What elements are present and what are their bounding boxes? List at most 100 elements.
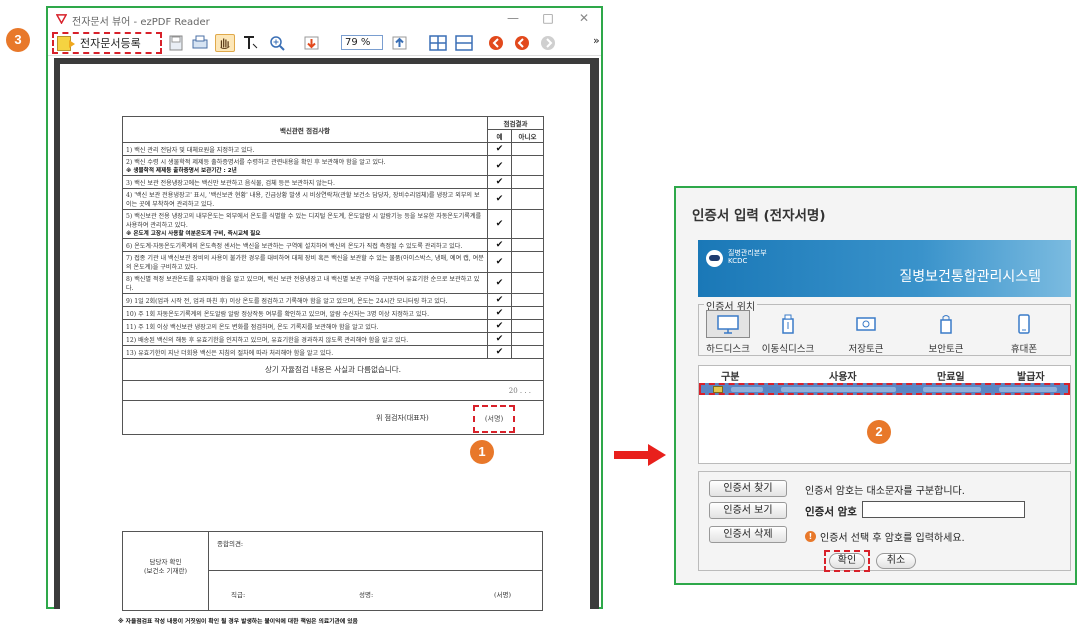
password-warning: 인증서 선택 후 암호를 입력하세요.	[820, 533, 965, 544]
location-mobile-phone[interactable]: 휴대폰	[994, 310, 1054, 355]
org-name-ko: 질병관리본부	[728, 249, 767, 257]
certificate-row-selected[interactable]	[699, 383, 1070, 395]
window-title: 전자문서 뷰어 - ezPDF Reader	[72, 17, 210, 28]
inspector-label: 위 점검자(대표자)	[376, 413, 429, 422]
zoom-level-field[interactable]: 79 %	[341, 35, 383, 50]
view-certificate-button[interactable]: 인증서 보기	[709, 502, 787, 519]
close-button[interactable]: ✕	[574, 11, 594, 25]
officer-sign-label: (서명)	[494, 591, 512, 599]
system-name: 질병보건통합관리시스템	[899, 269, 1041, 285]
location-storage-token[interactable]: 저장토큰	[836, 310, 896, 355]
table-row: 7) 접종 기관 내 백신보관 장비의 사용이 불가한 경우를 대비하여 대체 …	[122, 251, 545, 273]
pdf-reader-window: 전자문서 뷰어 - ezPDF Reader — □ ✕ 전자문서등록 79 %…	[46, 6, 603, 625]
opinion-label: 종합의견:	[217, 540, 244, 548]
table-row: 9) 1일 2회(업과 시작 전, 업과 마친 후) 이상 온도를 점검하고 기…	[122, 293, 545, 307]
officer-title: 담당자 확인 (보건소 기재란)	[123, 532, 209, 610]
location-security-token[interactable]: 보안토큰	[916, 310, 976, 355]
warning-icon: !	[805, 531, 816, 542]
document-viewport[interactable]: 백신관련 점검사항 점검결과 예 아니오 1) 백신 관리 전담자 및 대체요원…	[54, 58, 599, 625]
column-type: 구분	[721, 372, 740, 383]
location-hard-disk[interactable]: 하드디스크	[698, 310, 758, 355]
password-input[interactable]	[862, 501, 1025, 518]
document-page: 백신관련 점검사항 점검결과 예 아니오 1) 백신 관리 전담자 및 대체요원…	[60, 64, 590, 625]
checklist-header-item: 백신관련 점검사항	[122, 116, 488, 143]
declaration-text: 상기 자율점검 내용은 사실과 다름없습니다.	[121, 358, 545, 381]
check-mark: ✔	[487, 209, 512, 239]
table-row: 6) 온도계·자동온도기록계의 온도측정 센서는 백신을 보관하는 구역에 설치…	[122, 238, 545, 252]
kcdc-banner: 질병관리본부 KCDC 질병보건통합관리시스템	[698, 240, 1071, 297]
checklist-note: ※ 온도계 고장시 사용할 여분온도계 구비, 즉시교체 필요	[126, 231, 261, 237]
check-mark: ✔	[487, 251, 512, 273]
ok-button[interactable]: 확인	[829, 553, 865, 569]
column-issuer: 발급자	[1017, 372, 1045, 383]
column-expiry: 만료일	[937, 372, 965, 383]
check-mark: ✔	[487, 306, 512, 320]
delete-certificate-button[interactable]: 인증서 삭제	[709, 526, 787, 543]
register-document-icon	[57, 35, 75, 51]
officer-confirmation-box: 담당자 확인 (보건소 기재란) 종합의견: 직급: 성명: (서명)	[122, 531, 543, 611]
check-mark: ✔	[487, 272, 512, 294]
column-user: 사용자	[829, 372, 857, 383]
check-mark: ✔	[487, 332, 512, 346]
table-row: 5) 백신보관 전용 냉장고의 내부온도는 외부에서 온도를 식별할 수 있는 …	[122, 209, 545, 239]
org-name-en: KCDC	[728, 257, 748, 265]
date-field: 20 . . .	[121, 380, 545, 401]
signature-field[interactable]: (서명)	[473, 404, 515, 433]
checklist-note: ※ 생물학적 제제등 출하증명서 보관기간 : 2년	[126, 168, 237, 174]
toolbar: 전자문서등록 79 % »	[48, 30, 601, 56]
password-label: 인증서 암호	[805, 506, 857, 518]
step-badge-2: 2	[867, 420, 891, 444]
table-row: 12) 배송된 백신의 해동 후 유효기한을 인지하고 있으며, 유효기한을 경…	[122, 332, 545, 346]
location-removable-disk[interactable]: 이동식디스크	[758, 310, 818, 355]
position-label: 직급:	[231, 591, 246, 599]
certificate-icon	[713, 386, 723, 393]
check-mark: ✔	[487, 188, 512, 210]
save-icon[interactable]	[166, 34, 186, 52]
name-label: 성명:	[359, 591, 374, 599]
minimize-button[interactable]: —	[503, 11, 523, 25]
check-mark: ✔	[487, 319, 512, 333]
table-row: 8) 백신별 적정 보관온도를 유지해야 함을 알고 있으며, 백신 보관 전용…	[122, 272, 545, 294]
text-select-icon[interactable]	[240, 34, 260, 52]
table-row: 1) 백신 관리 전담자 및 대체요원을 지정하고 있다. ✔	[122, 142, 545, 156]
step-badge-3: 3	[6, 28, 30, 52]
check-mark: ✔	[487, 155, 512, 176]
check-mark: ✔	[487, 345, 512, 359]
hand-tool-icon[interactable]	[215, 34, 235, 52]
arrow-right-icon	[614, 444, 666, 466]
table-row: 3) 백신 보관 전용냉장고에는 백신만 보관하고 음식물, 검체 등은 보관하…	[122, 175, 545, 189]
mobile-phone-icon	[1018, 314, 1030, 334]
footnote: ※ 자율점검표 작성 내용이 거짓임이 확인 될 경우 발생하는 불이익에 대한…	[118, 619, 358, 625]
table-row: 11) 주 1회 이상 백신보관 냉장고의 온도 변화를 점검하며, 온도 기록…	[122, 319, 545, 333]
zoom-in-icon[interactable]	[268, 34, 288, 52]
certificate-list[interactable]: 구분 사용자 만료일 발급자	[698, 365, 1071, 464]
usb-icon	[782, 314, 794, 334]
dialog-title: 인증서 입력 (전자서명)	[692, 208, 826, 224]
check-mark: ✔	[487, 293, 512, 307]
previous-page-icon[interactable]	[512, 34, 532, 52]
zoom-out-icon[interactable]	[302, 34, 322, 52]
first-page-icon[interactable]	[486, 34, 506, 52]
register-document-label: 전자문서등록	[80, 37, 141, 50]
next-page-icon[interactable]	[538, 34, 558, 52]
print-icon[interactable]	[190, 34, 210, 52]
checklist-header-no: 아니오	[510, 129, 545, 143]
register-document-button[interactable]: 전자문서등록	[52, 32, 162, 54]
kcdc-logo-icon	[706, 250, 723, 267]
check-mark: ✔	[487, 175, 512, 189]
toolbar-overflow[interactable]: »	[593, 34, 600, 47]
zoom-up-icon[interactable]	[390, 34, 410, 52]
table-row: 2) 백신 수령 시 생물학적 제제등 출하증명서를 수령하고 관련내용을 확인…	[122, 155, 545, 176]
cancel-button[interactable]: 취소	[876, 553, 916, 569]
storage-token-icon	[856, 317, 876, 331]
title-bar: 전자문서 뷰어 - ezPDF Reader — □ ✕	[48, 8, 601, 30]
maximize-button[interactable]: □	[538, 11, 558, 25]
grid-view-icon[interactable]	[428, 34, 448, 52]
check-mark: ✔	[487, 142, 512, 156]
check-mark: ✔	[487, 238, 512, 252]
split-view-icon[interactable]	[454, 34, 474, 52]
table-row: 4) '백신 보관 전용냉장고' 표시, '백신보관 현황' 내용, 긴급상황 …	[122, 188, 545, 210]
find-certificate-button[interactable]: 인증서 찾기	[709, 480, 787, 497]
checklist-header-result: 점검결과	[486, 116, 545, 130]
checklist-table: 백신관련 점검사항 점검결과 예 아니오 1) 백신 관리 전담자 및 대체요원…	[121, 116, 545, 435]
